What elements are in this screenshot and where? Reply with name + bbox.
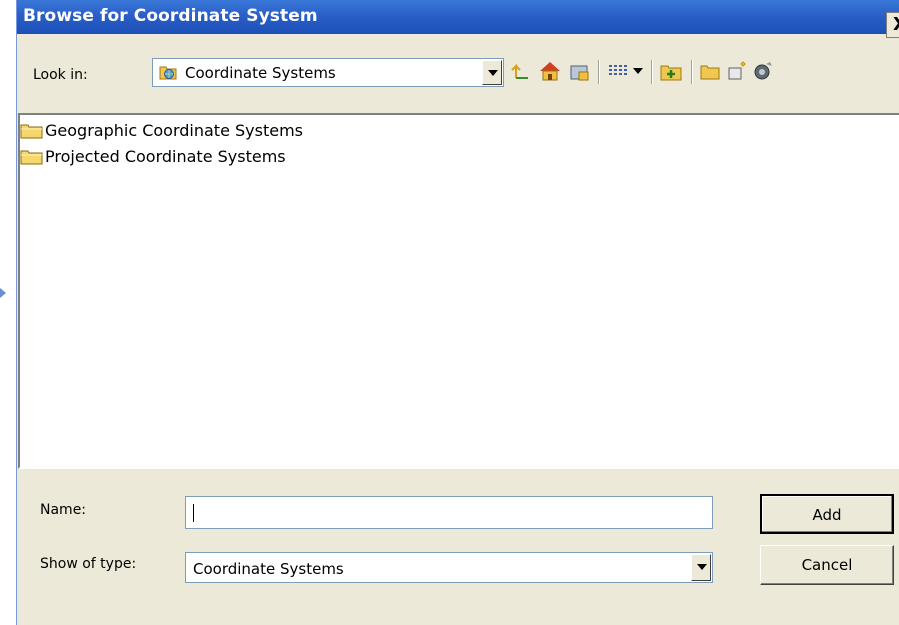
name-input[interactable] [185,496,713,529]
list-item-label: Geographic Coordinate Systems [45,121,303,140]
folder-icon [20,150,43,165]
home-icon[interactable] [536,56,564,86]
new-item-icon[interactable] [724,56,748,86]
list-item-label: Projected Coordinate Systems [45,147,286,166]
look-in-dropdown-button[interactable] [482,60,502,85]
side-arrow-icon [0,288,6,298]
show-of-type-value: Coordinate Systems [193,560,344,578]
cancel-button[interactable]: Cancel [760,545,894,585]
add-button[interactable]: Add [760,494,894,534]
folder-icon[interactable] [698,56,722,86]
toolbar-separator [691,60,693,84]
globe-folder-icon [159,66,177,80]
folder-icon [20,124,43,139]
catalog-options-icon[interactable] [750,56,776,86]
look-in-value: Coordinate Systems [185,64,336,82]
text-caret [193,504,194,522]
window-title: Browse for Coordinate System [23,6,318,26]
file-list[interactable]: Geographic Coordinate Systems Projected … [18,113,899,469]
show-of-type-combobox[interactable]: Coordinate Systems [185,552,713,583]
up-one-level-icon[interactable] [508,56,534,86]
show-of-type-dropdown-button[interactable] [691,554,711,581]
look-in-label: Look in: [33,67,88,83]
view-dropdown-arrow-icon[interactable] [630,56,646,86]
toolbar-separator [651,60,653,84]
browse-dialog: Browse for Coordinate System X Look in: … [16,0,899,625]
title-bar[interactable]: Browse for Coordinate System X [17,0,899,38]
new-folder-icon[interactable] [658,56,686,86]
look-in-combobox[interactable]: Coordinate Systems [152,58,504,87]
connect-folder-icon[interactable] [566,56,594,86]
toolbar-separator [598,60,600,84]
close-button[interactable]: X [886,12,899,38]
name-label: Name: [40,502,87,518]
show-of-type-label: Show of type: [40,556,137,572]
view-menu-icon[interactable] [606,56,630,86]
